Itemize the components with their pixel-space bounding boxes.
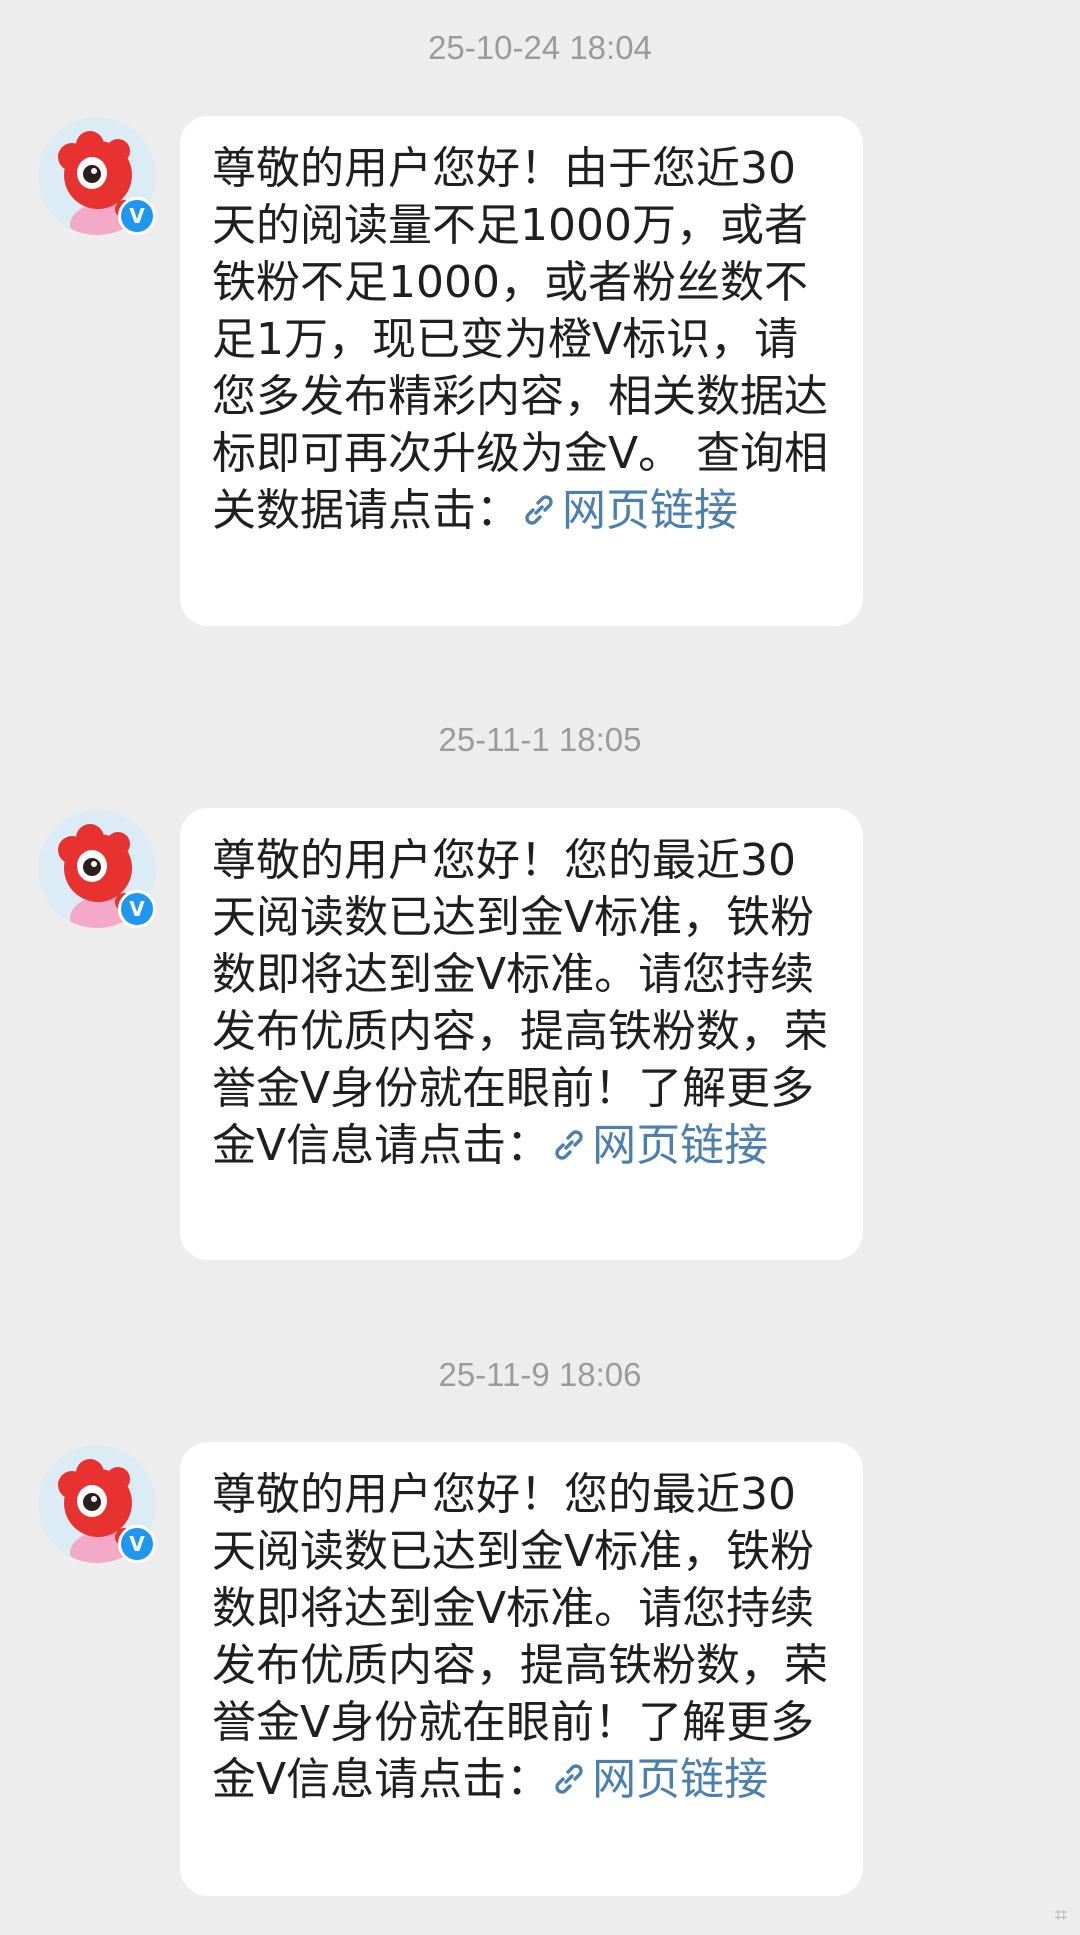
link-label: 网页链接 [592, 1120, 769, 1171]
verified-badge-icon: V [118, 1525, 156, 1563]
link-icon [550, 1760, 588, 1798]
link-label: 网页链接 [592, 1754, 769, 1805]
message-body: 尊敬的用户您好！您的最近30天阅读数已达到金V标准，铁粉数即将达到金V标准。请您… [212, 832, 837, 1174]
message-bubble[interactable]: 尊敬的用户您好！由于您近30天的阅读量不足1000万，或者铁粉不足1000，或者… [180, 116, 863, 626]
link-icon [550, 1126, 588, 1164]
link-icon [520, 491, 558, 529]
message-timestamp: 25-10-24 18:04 [428, 29, 652, 66]
sender-avatar[interactable]: V [38, 1445, 156, 1563]
web-link[interactable]: 网页链接 [550, 1754, 768, 1805]
message-body: 尊敬的用户您好！您的最近30天阅读数已达到金V标准，铁粉数即将达到金V标准。请您… [212, 1466, 837, 1808]
web-link[interactable]: 网页链接 [550, 1120, 768, 1171]
message-timestamp: 25-11-1 18:05 [438, 721, 642, 758]
message-thread: 25-10-24 18:04 V 尊敬的用户您好！由于您近30天的阅读量不足10… [0, 0, 1080, 1935]
corner-watermark-icon: ⌗ [1054, 1903, 1068, 1928]
verified-badge-icon: V [118, 197, 156, 235]
web-link[interactable]: 网页链接 [520, 485, 738, 536]
sender-avatar[interactable]: V [38, 117, 156, 235]
message-body: 尊敬的用户您好！由于您近30天的阅读量不足1000万，或者铁粉不足1000，或者… [212, 140, 837, 539]
message-bubble[interactable]: 尊敬的用户您好！您的最近30天阅读数已达到金V标准，铁粉数即将达到金V标准。请您… [180, 808, 863, 1260]
message-timestamp: 25-11-9 18:06 [438, 1356, 642, 1393]
message-text: 尊敬的用户您好！由于您近30天的阅读量不足1000万，或者铁粉不足1000，或者… [212, 143, 829, 536]
link-label: 网页链接 [562, 485, 738, 536]
sender-avatar[interactable]: V [38, 810, 156, 928]
message-bubble[interactable]: 尊敬的用户您好！您的最近30天阅读数已达到金V标准，铁粉数即将达到金V标准。请您… [180, 1442, 863, 1896]
verified-badge-icon: V [118, 890, 156, 928]
